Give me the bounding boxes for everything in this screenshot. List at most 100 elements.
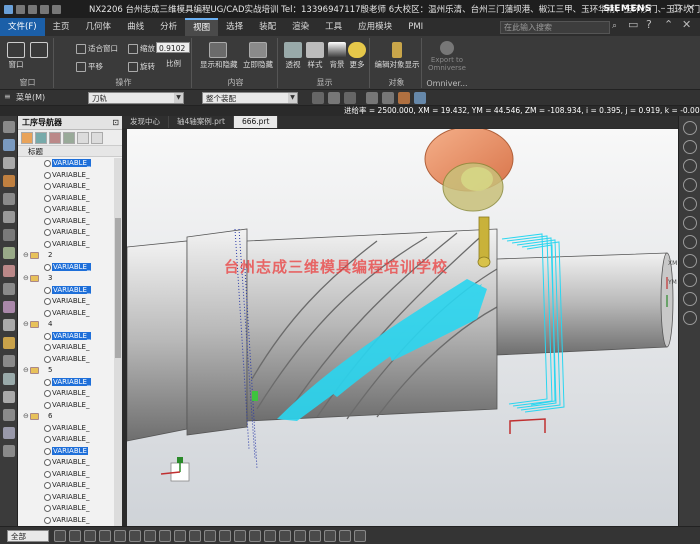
arc-center-icon[interactable] (204, 530, 216, 542)
view-icon[interactable] (366, 92, 378, 104)
tab-home[interactable]: 主页 (45, 18, 78, 36)
visualization-icon[interactable] (2, 373, 15, 385)
show-hide-button[interactable]: 显示和隐藏 (200, 42, 238, 70)
operation-row[interactable]: VARIABLE_ (18, 181, 114, 193)
part-navigator-icon[interactable] (2, 121, 15, 133)
edit-object-display-button[interactable]: 编辑对象显示 (374, 42, 420, 70)
operation-row[interactable]: VARIABLE_ (18, 377, 114, 389)
selection-filter-dropdown[interactable]: 全部 (7, 530, 49, 542)
eye-slash-icon[interactable] (682, 140, 697, 154)
operation-row[interactable]: VARIABLE_ (18, 457, 114, 469)
palette-icon[interactable] (2, 265, 15, 277)
save-icon[interactable] (4, 4, 13, 14)
operation-row[interactable]: VARIABLE_ (18, 308, 114, 320)
tab-applications[interactable]: 应用模块 (350, 18, 400, 36)
midpoint-icon[interactable] (99, 530, 111, 542)
menu-button[interactable]: 菜单(M) (16, 91, 45, 105)
redo-icon[interactable] (28, 4, 37, 14)
scope-dropdown[interactable]: 整个装配 ▼ (202, 92, 298, 104)
operation-row[interactable]: VARIABLE_ (18, 296, 114, 308)
tab-curve[interactable]: 曲线 (119, 18, 152, 36)
instant-hide-button[interactable]: 立即隐藏 (242, 42, 274, 70)
operation-row[interactable]: VARIABLE_ (18, 434, 114, 446)
tab-file[interactable]: 文件(F) (0, 18, 45, 36)
scrollbar-thumb[interactable] (115, 218, 121, 358)
quadrant-icon[interactable] (159, 530, 171, 542)
edge-icon[interactable] (249, 530, 261, 542)
undo-icon[interactable] (16, 4, 25, 14)
tab-tools[interactable]: 工具 (317, 18, 350, 36)
history-icon[interactable] (2, 229, 15, 241)
tab-discovery-center[interactable]: 发现中心 (122, 116, 169, 128)
roles-icon[interactable] (2, 283, 15, 295)
copy-icon[interactable] (52, 4, 61, 14)
expand-all-icon[interactable] (77, 132, 89, 144)
operation-row[interactable]: VARIABLE_ (18, 480, 114, 492)
export-omniverse-button[interactable]: Export to Omniverse (426, 41, 468, 72)
navigator-scrollbar[interactable] (114, 158, 122, 526)
collapse-icon[interactable]: ⊖ (23, 365, 29, 377)
collapse-icon[interactable]: ⊖ (23, 250, 29, 262)
collapse-icon[interactable]: ⊖ (23, 319, 29, 331)
web-browser-icon[interactable] (2, 247, 15, 259)
operation-row[interactable]: VARIABLE_ (18, 492, 114, 504)
tab-geometry[interactable]: 几何体 (78, 18, 120, 36)
curve-icon[interactable] (294, 530, 306, 542)
new-window-button[interactable]: 窗口 (6, 42, 26, 70)
operation-row[interactable]: VARIABLE_ (18, 342, 114, 354)
cycle-icon[interactable] (682, 159, 697, 173)
collapse-icon[interactable]: ⊖ (23, 273, 29, 285)
system-materials-icon[interactable] (2, 301, 15, 313)
snap-point-icon[interactable] (69, 530, 81, 542)
geometry-view-icon[interactable] (49, 132, 61, 144)
constraint-navigator-icon[interactable] (2, 157, 15, 169)
section-icon[interactable] (682, 292, 697, 306)
record-icon[interactable] (682, 197, 697, 211)
help-icon[interactable]: ? (646, 18, 658, 31)
tab-analysis[interactable]: 分析 (152, 18, 185, 36)
snap-icon[interactable] (344, 92, 356, 104)
point-on-curve-icon[interactable] (174, 530, 186, 542)
minimize-button[interactable]: – (656, 2, 670, 15)
operation-row[interactable]: VARIABLE_ (18, 469, 114, 481)
inspection-icon[interactable] (2, 391, 15, 403)
program-group-row[interactable]: ⊖ 4 (18, 319, 114, 331)
report-icon[interactable] (2, 427, 15, 439)
manufacturing-wizard-icon[interactable] (2, 337, 15, 349)
operation-row[interactable]: VARIABLE_ (18, 285, 114, 297)
zoom-area-icon[interactable] (382, 92, 394, 104)
operation-row[interactable]: VARIABLE_ (18, 216, 114, 228)
feature-filter-icon[interactable] (324, 530, 336, 542)
face-icon[interactable] (219, 530, 231, 542)
window-layout-button[interactable] (30, 42, 48, 59)
operation-row[interactable]: VARIABLE_ (18, 204, 114, 216)
search-icon[interactable]: ⌕ (612, 21, 624, 34)
program-group-row[interactable]: ⊖ 3 (18, 273, 114, 285)
existing-point-icon[interactable] (189, 530, 201, 542)
operation-row[interactable]: VARIABLE_ (18, 262, 114, 274)
sketch-icon[interactable] (339, 530, 351, 542)
collapse-ribbon-icon[interactable]: ⌃ (664, 18, 676, 31)
clock-icon[interactable] (2, 409, 15, 421)
assembly-navigator-icon[interactable] (2, 139, 15, 151)
operation-row[interactable]: VARIABLE_ (18, 515, 114, 527)
scale-input[interactable]: 0.9102 (156, 42, 190, 53)
program-order-view-icon[interactable] (21, 132, 33, 144)
select-all-icon[interactable] (54, 530, 66, 542)
operation-row[interactable]: VARIABLE_ (18, 158, 114, 170)
reuse-library-icon[interactable] (2, 211, 15, 223)
operation-row[interactable]: VARIABLE_ (18, 331, 114, 343)
maximize-button[interactable]: ▢ (670, 2, 684, 15)
navigator-column-header[interactable]: 标题 (18, 146, 122, 157)
intersection-icon[interactable] (129, 530, 141, 542)
tab-pmi[interactable]: PMI (400, 18, 431, 36)
rotate-button[interactable]: 旋转 (128, 61, 155, 72)
more-button[interactable]: 更多 (348, 42, 366, 70)
operation-row[interactable]: VARIABLE_ (18, 503, 114, 515)
pan-button[interactable]: 平移 (76, 61, 103, 72)
close-button[interactable]: ✕ (684, 2, 698, 15)
pointer-icon[interactable] (682, 121, 697, 135)
tab-axis4-case[interactable]: 轴4轴案例.prt (169, 116, 234, 128)
endpoint-icon[interactable] (84, 530, 96, 542)
body-icon[interactable] (234, 530, 246, 542)
